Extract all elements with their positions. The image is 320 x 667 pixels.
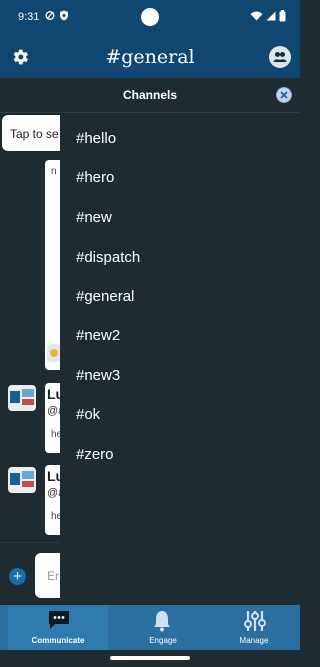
channel-item[interactable]: #zero <box>76 446 114 463</box>
reaction-emoji-icon[interactable] <box>47 344 61 362</box>
add-attachment-button[interactable]: + <box>9 568 26 585</box>
nav-engage-label: Engage <box>149 636 177 645</box>
chat-icon <box>49 611 69 629</box>
status-bar: 9:31 <box>0 0 300 36</box>
people-icon <box>273 52 287 62</box>
channels-drawer: Channels #hello #hero #new #dispatch #ge… <box>0 78 300 605</box>
close-icon <box>280 91 288 99</box>
channel-item[interactable]: #new <box>76 209 112 226</box>
nav-manage[interactable]: Manage <box>204 605 304 650</box>
nav-manage-label: Manage <box>239 636 269 645</box>
gesture-handle[interactable] <box>110 656 190 660</box>
sliders-icon <box>244 611 266 631</box>
nav-communicate-label: Communicate <box>31 636 85 645</box>
wifi-icon <box>250 11 263 21</box>
close-drawer-button[interactable] <box>276 87 292 103</box>
channel-item[interactable]: #ok <box>76 406 100 423</box>
channel-item[interactable]: #dispatch <box>76 249 140 266</box>
status-icons-left <box>45 10 69 21</box>
message-snippet: n <box>51 166 57 177</box>
shield-icon <box>60 10 68 21</box>
app-bar: #general <box>0 36 300 78</box>
bell-icon <box>154 611 170 632</box>
channel-item[interactable]: #general <box>76 288 134 305</box>
drawer-title: Channels <box>122 88 177 102</box>
channel-title: #general <box>105 46 195 68</box>
vpn-icon <box>45 11 55 20</box>
hand-icon <box>50 349 58 357</box>
channel-item[interactable]: #hero <box>76 169 114 186</box>
profile-button[interactable] <box>269 46 291 68</box>
signal-icon <box>266 11 276 21</box>
nav-communicate[interactable]: Communicate <box>8 605 108 650</box>
nav-engage[interactable]: Engage <box>113 605 213 650</box>
avatar[interactable] <box>8 385 36 411</box>
channel-item[interactable]: #new2 <box>76 327 120 344</box>
drawer-header: Channels <box>0 78 300 113</box>
message-input-placeholder: Er <box>47 569 59 583</box>
status-icons-right <box>250 10 286 22</box>
battery-icon <box>279 10 286 22</box>
channel-item[interactable]: #hello <box>76 130 116 147</box>
status-time: 9:31 <box>18 11 40 23</box>
channel-item[interactable]: #new3 <box>76 367 120 384</box>
avatar[interactable] <box>8 467 36 493</box>
search-hint-text: Tap to se <box>10 127 59 141</box>
gesture-area <box>0 650 300 667</box>
camera-cutout <box>141 8 159 26</box>
bottom-nav: Communicate Engage Manage <box>0 605 300 650</box>
